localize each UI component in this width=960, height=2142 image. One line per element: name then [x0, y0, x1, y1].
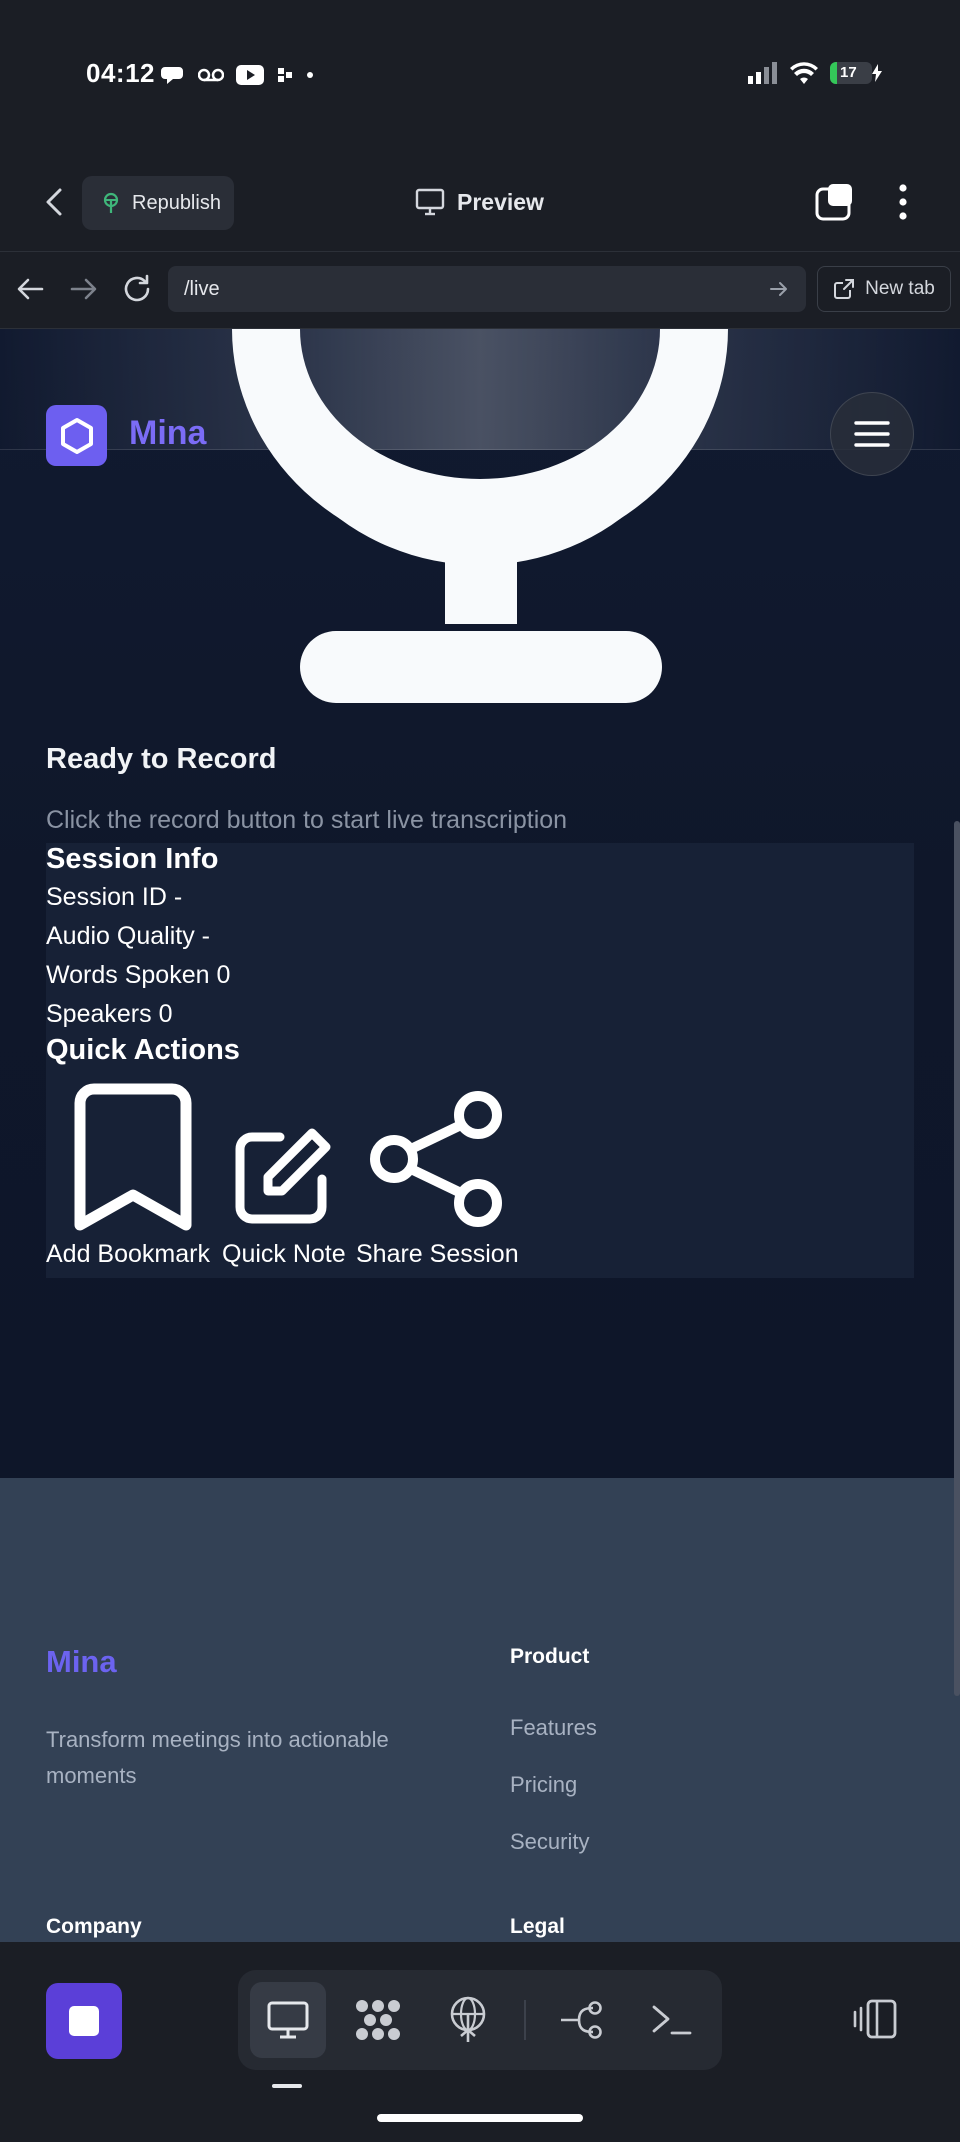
battery-level: 17 [840, 64, 857, 81]
words-spoken-row: Words Spoken 0 [46, 961, 231, 989]
app-icon [278, 68, 292, 82]
quick-note-button[interactable]: Quick Note [222, 1083, 352, 1275]
footer-company-heading: Company [46, 1915, 142, 1938]
footer-legal-heading: Legal [510, 1915, 565, 1938]
session-id-value: - [173, 883, 183, 911]
site-footer: Mina Transform meetings into actionable … [0, 1478, 960, 1942]
stop-button[interactable] [46, 1983, 122, 2059]
add-bookmark-button[interactable]: Add Bookmark [46, 1083, 216, 1275]
arrow-left-icon [17, 278, 44, 300]
edit-icon [235, 1128, 331, 1224]
quick-note-label: Quick Note [222, 1240, 346, 1268]
microphone-icon [232, 329, 728, 703]
voicemail-icon [198, 68, 224, 82]
home-indicator [377, 2114, 583, 2122]
bookmark-icon [74, 1083, 192, 1231]
youtube-icon [236, 65, 264, 85]
terminal-icon [652, 2005, 692, 2035]
grid-dots-icon [356, 2000, 400, 2040]
chevron-left-icon [46, 188, 62, 216]
tabs-button[interactable] [814, 182, 856, 222]
words-spoken-value: 0 [216, 961, 231, 989]
desktop-view-tab[interactable] [250, 1982, 326, 2058]
url-text: /live [184, 277, 220, 300]
speakers-value: 0 [158, 1000, 173, 1028]
share-icon [370, 1091, 502, 1227]
view-switcher [238, 1970, 722, 2070]
split-view-button[interactable] [852, 1998, 898, 2040]
quick-actions-heading: Quick Actions [46, 1034, 240, 1066]
audio-quality-value: - [201, 922, 210, 950]
stop-icon [69, 2006, 99, 2036]
tabs-icon [815, 184, 852, 221]
hexagon-logo-icon [60, 417, 93, 454]
site-logo[interactable] [46, 405, 107, 466]
footer-link-pricing[interactable]: Pricing [510, 1772, 577, 1798]
monitor-icon [415, 188, 445, 216]
recorder-title: Ready to Record [46, 743, 277, 775]
session-info-heading: Session Info [46, 843, 219, 875]
signal-icon [748, 62, 777, 84]
git-branch-icon [561, 2001, 602, 2039]
add-bookmark-label: Add Bookmark [46, 1240, 210, 1268]
footer-tagline: Transform meetings into actionable momen… [46, 1727, 389, 1788]
footer-brand[interactable]: Mina [46, 1644, 117, 1680]
notification-icons [160, 64, 314, 86]
external-link-icon [834, 279, 855, 299]
arrow-right-icon [70, 278, 97, 300]
page-scrollbar[interactable] [954, 821, 960, 1696]
publish-globe-icon [450, 1996, 486, 2042]
new-tab-label: New tab [865, 278, 935, 299]
recorder-subtitle: Click the record button to start live tr… [46, 806, 568, 834]
footer-link-security[interactable]: Security [510, 1829, 589, 1855]
chat-bubble-icon [161, 67, 183, 84]
preview-label: Preview [457, 188, 544, 215]
publish-icon [103, 192, 119, 213]
hamburger-menu-button[interactable] [830, 392, 914, 476]
audio-quality-row: Audio Quality - [46, 922, 210, 950]
status-bar: 04:12 17 [0, 0, 960, 160]
reload-icon [124, 274, 150, 302]
menu-icon [854, 421, 890, 447]
system-icons: 17 [748, 62, 882, 84]
more-vertical-icon [899, 184, 907, 220]
republish-label: Republish [132, 191, 221, 214]
charging-bolt-icon [872, 64, 882, 82]
browser-back-button[interactable] [14, 274, 46, 304]
status-time: 04:12 [86, 58, 155, 88]
footer-product-heading: Product [510, 1645, 590, 1668]
wifi-icon [790, 62, 818, 84]
footer-link-features[interactable]: Features [510, 1715, 597, 1741]
url-field[interactable]: /live [168, 266, 806, 312]
battery-icon: 17 [830, 62, 882, 84]
active-tab-indicator [272, 2084, 302, 2088]
browser-forward-button[interactable] [68, 274, 100, 304]
preview-toggle[interactable]: Preview [415, 184, 544, 220]
site-brand[interactable]: Mina [129, 414, 206, 453]
toolbar-divider [524, 2000, 526, 2040]
split-view-icon [853, 1999, 897, 2039]
session-panel: Session Info Session ID - Audio Quality … [46, 843, 914, 1278]
git-tab[interactable] [544, 1982, 620, 2058]
terminal-tab[interactable] [634, 1982, 710, 2058]
share-session-label: Share Session [356, 1240, 519, 1268]
deploy-tab[interactable] [430, 1982, 506, 2058]
republish-button[interactable]: Republish [82, 176, 234, 230]
desktop-icon [267, 2001, 309, 2039]
session-id-row: Session ID - [46, 883, 183, 911]
speakers-row: Speakers 0 [46, 1000, 173, 1028]
reload-button[interactable] [120, 272, 154, 306]
back-button[interactable] [38, 184, 72, 220]
web-viewport: Mina Ready to Record Click the record bu… [0, 329, 960, 1942]
share-session-button[interactable]: Share Session [356, 1083, 526, 1275]
page-main: Mina Ready to Record Click the record bu… [0, 329, 960, 1478]
dot-icon [307, 72, 313, 78]
components-tab[interactable] [340, 1982, 416, 2058]
new-tab-button[interactable]: New tab [817, 266, 951, 312]
more-options-button[interactable] [888, 182, 918, 222]
go-arrow-icon [770, 282, 787, 296]
